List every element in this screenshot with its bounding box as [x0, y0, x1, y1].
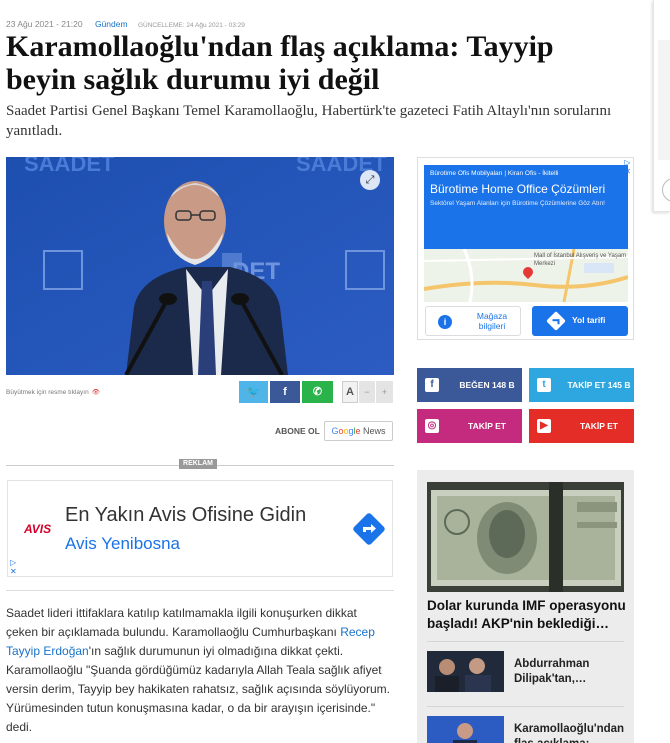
info-icon: i	[438, 315, 452, 329]
article-headline: Karamollaoğlu'ndan flaş açıklama: Tayyip…	[6, 30, 554, 96]
directions-icon[interactable]	[352, 512, 386, 546]
instagram-follow-button[interactable]: ◎ TAKİP ET	[417, 409, 522, 443]
avis-ad[interactable]: AVIS En Yakın Avis Ofisine Gidin Avis Ye…	[7, 480, 393, 577]
eye-icon: 👁	[91, 389, 100, 396]
map-view[interactable]: Mall of İstanbul Alışveriş ve Yaşam Merk…	[424, 249, 628, 302]
map-ad-title[interactable]: Bürotime Home Office Çözümleri	[430, 182, 622, 197]
subscribe-label: ABONE OL	[275, 426, 320, 436]
article-photo[interactable]: SAADET SAADET DET ⤢	[6, 157, 394, 375]
paragraph: Saadet lideri ittifaklara katılıp katılm…	[6, 606, 390, 734]
ad-close-icon[interactable]: ▷ ✕	[10, 558, 17, 576]
expand-icon[interactable]: ⤢	[360, 170, 380, 190]
article-meta: 23 Ağu 2021 - 21:20 Gündem GÜNCELLEME: 2…	[6, 19, 245, 29]
share-twitter-button[interactable]: 🐦	[239, 381, 268, 403]
share-whatsapp-button[interactable]: ✆	[302, 381, 333, 403]
store-info-button[interactable]: i Mağaza bilgileri	[425, 306, 521, 336]
category-link[interactable]: Gündem	[95, 19, 128, 29]
font-increase-button[interactable]: +	[376, 381, 393, 403]
photo-illustration: SAADET SAADET DET	[6, 157, 394, 375]
news-image[interactable]	[427, 482, 624, 592]
facebook-like-button[interactable]: f BEĞEN 148 B	[417, 368, 522, 402]
side-panel-toggle[interactable]	[662, 178, 670, 202]
news-item[interactable]: Karamollaoğlu'ndan flaş açıklama: Tayy…	[427, 706, 624, 743]
article-body: Saadet lideri ittifaklara katılıp katılm…	[6, 604, 392, 737]
facebook-icon: f	[283, 386, 287, 398]
news-headline[interactable]: Dolar kurunda IMF operasyonu başladı! AK…	[427, 597, 627, 633]
twitter-follow-button[interactable]: t TAKİP ET 145 B	[529, 368, 634, 402]
map-location-label: Mall of İstanbul Alışveriş ve Yaşam Merk…	[534, 253, 627, 267]
google-news-button[interactable]: Google News	[324, 421, 393, 441]
twitter-icon: 🐦	[246, 386, 261, 398]
avis-ad-subtitle[interactable]: Avis Yenibosna	[65, 534, 180, 554]
facebook-icon: f	[425, 378, 439, 392]
share-facebook-button[interactable]: f	[270, 381, 300, 403]
avis-ad-title[interactable]: En Yakın Avis Ofisine Gidin	[65, 504, 306, 527]
dollar-bills-image	[427, 482, 624, 592]
route-icon	[546, 311, 566, 331]
related-news: Dolar kurunda IMF operasyonu başladı! AK…	[417, 470, 634, 743]
article-spot: Saadet Partisi Genel Başkanı Temel Karam…	[6, 103, 612, 139]
updated-date: GÜNCELLEME: 24 Ağu 2021 - 03:29	[137, 22, 245, 29]
directions-button[interactable]: Yol tarifi	[532, 306, 628, 336]
news-thumbnail	[427, 716, 504, 743]
youtube-follow-button[interactable]: ▶ TAKİP ET	[529, 409, 634, 443]
article-date: 23 Ağu 2021 - 21:20	[6, 19, 83, 29]
instagram-icon: ◎	[425, 419, 439, 433]
whatsapp-icon: ✆	[312, 386, 323, 398]
font-size-label: A	[342, 381, 358, 403]
news-thumbnail	[427, 651, 504, 692]
backdrop-text: SAADET	[24, 157, 115, 176]
font-decrease-button[interactable]: −	[359, 381, 375, 403]
youtube-icon: ▶	[537, 419, 551, 433]
divider	[6, 590, 394, 591]
avis-logo: AVIS	[24, 522, 52, 536]
map-ad-source: Bürotime Ofis Mobilyaları | Kiran Ofis -…	[430, 170, 559, 177]
news-item-title[interactable]: Abdurrahman Dilipak'tan,…	[514, 657, 624, 687]
side-panel-edge	[653, 0, 670, 212]
enlarge-caption: Büyütmek için resme tıklayın 👁	[6, 389, 100, 396]
twitter-icon: t	[537, 378, 551, 392]
news-item-title[interactable]: Karamollaoğlu'ndan flaş açıklama: Tayy…	[514, 722, 624, 743]
news-item[interactable]: Abdurrahman Dilipak'tan,…	[427, 641, 624, 692]
ad-label: REKLAM	[179, 459, 217, 469]
map-ad-description: Sektörel Yaşam Alanları için Bürotime Çö…	[430, 200, 605, 207]
map-ad[interactable]: ▷✕ Bürotime Ofis Mobilyaları | Kiran Ofi…	[417, 157, 634, 340]
map-ad-header[interactable]: Bürotime Ofis Mobilyaları | Kiran Ofis -…	[424, 165, 628, 249]
